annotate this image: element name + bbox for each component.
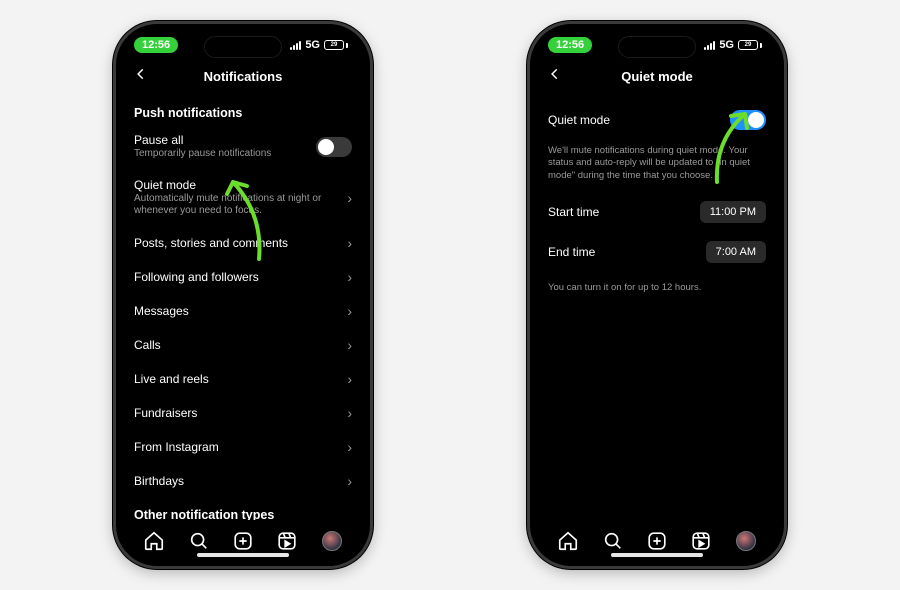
nav-header: Quiet mode (534, 62, 780, 90)
home-indicator (197, 553, 289, 557)
list-item[interactable]: Live and reels › (134, 362, 352, 396)
list-item-label: Messages (134, 304, 339, 318)
list-item-label: Birthdays (134, 474, 339, 488)
list-item[interactable]: Birthdays › (134, 464, 352, 498)
list-item[interactable]: Messages › (134, 294, 352, 328)
list-item[interactable]: From Instagram › (134, 430, 352, 464)
quiet-label: Quiet mode (548, 113, 722, 127)
page-title: Notifications (204, 69, 283, 84)
pause-all-toggle[interactable] (316, 137, 352, 157)
start-time-value[interactable]: 11:00 PM (700, 201, 766, 223)
pause-all-sub: Temporarily pause notifications (134, 148, 308, 160)
phone-left: 12:56 5G 29 Notifications Push notificat… (113, 21, 373, 569)
content-area: Push notifications Pause all Temporarily… (120, 90, 366, 520)
page-title: Quiet mode (621, 69, 693, 84)
battery-icon: 29 (324, 40, 348, 50)
list-item-label: Calls (134, 338, 339, 352)
signal-icon (290, 41, 301, 50)
row-quiet-mode[interactable]: Quiet mode Automatically mute notificati… (134, 169, 352, 226)
chevron-right-icon: › (347, 269, 352, 285)
home-icon[interactable] (143, 530, 165, 552)
quiet-hint: You can turn it on for up to 12 hours. (548, 282, 766, 293)
chevron-right-icon: › (347, 303, 352, 319)
status-time: 12:56 (134, 37, 178, 53)
row-quiet-toggle[interactable]: Quiet mode (548, 96, 766, 139)
signal-icon (704, 41, 715, 50)
list-item[interactable]: Following and followers › (134, 260, 352, 294)
list-item-label: Following and followers (134, 270, 339, 284)
chevron-right-icon: › (347, 190, 352, 206)
quiet-toggle[interactable] (730, 110, 766, 130)
home-icon[interactable] (557, 530, 579, 552)
create-icon[interactable] (646, 530, 668, 552)
notch (618, 36, 696, 58)
profile-avatar[interactable] (735, 530, 757, 552)
notch (204, 36, 282, 58)
row-pause-all[interactable]: Pause all Temporarily pause notification… (134, 124, 352, 169)
list-item[interactable]: Fundraisers › (134, 396, 352, 430)
network-label: 5G (305, 39, 320, 51)
row-start-time[interactable]: Start time 11:00 PM (548, 192, 766, 232)
list-item-label: Fundraisers (134, 406, 339, 420)
battery-icon: 29 (738, 40, 762, 50)
profile-avatar[interactable] (321, 530, 343, 552)
chevron-right-icon: › (347, 337, 352, 353)
chevron-right-icon: › (347, 405, 352, 421)
search-icon[interactable] (188, 530, 210, 552)
reels-icon[interactable] (690, 530, 712, 552)
back-button[interactable] (548, 66, 562, 84)
start-time-label: Start time (548, 205, 692, 219)
section-other: Other notification types (134, 508, 352, 520)
chevron-right-icon: › (347, 371, 352, 387)
section-push: Push notifications (134, 106, 352, 120)
phone-right: 12:56 5G 29 Quiet mode Quiet mode We'll … (527, 21, 787, 569)
search-icon[interactable] (602, 530, 624, 552)
list-item-label: Posts, stories and comments (134, 236, 339, 250)
home-indicator (611, 553, 703, 557)
nav-header: Notifications (120, 62, 366, 90)
pause-all-label: Pause all (134, 133, 308, 147)
create-icon[interactable] (232, 530, 254, 552)
list-item-label: From Instagram (134, 440, 339, 454)
end-time-value[interactable]: 7:00 AM (706, 241, 766, 263)
row-end-time[interactable]: End time 7:00 AM (548, 232, 766, 272)
content-area: Quiet mode We'll mute notifications duri… (534, 90, 780, 520)
list-item[interactable]: Calls › (134, 328, 352, 362)
status-time: 12:56 (548, 37, 592, 53)
network-label: 5G (719, 39, 734, 51)
list-item-label: Live and reels (134, 372, 339, 386)
chevron-right-icon: › (347, 473, 352, 489)
quiet-description: We'll mute notifications during quiet mo… (548, 145, 766, 182)
end-time-label: End time (548, 245, 698, 259)
list-item[interactable]: Posts, stories and comments › (134, 226, 352, 260)
quiet-mode-sub: Automatically mute notifications at nigh… (134, 193, 339, 217)
quiet-mode-label: Quiet mode (134, 178, 339, 192)
chevron-right-icon: › (347, 235, 352, 251)
chevron-right-icon: › (347, 439, 352, 455)
reels-icon[interactable] (276, 530, 298, 552)
back-button[interactable] (134, 66, 148, 84)
